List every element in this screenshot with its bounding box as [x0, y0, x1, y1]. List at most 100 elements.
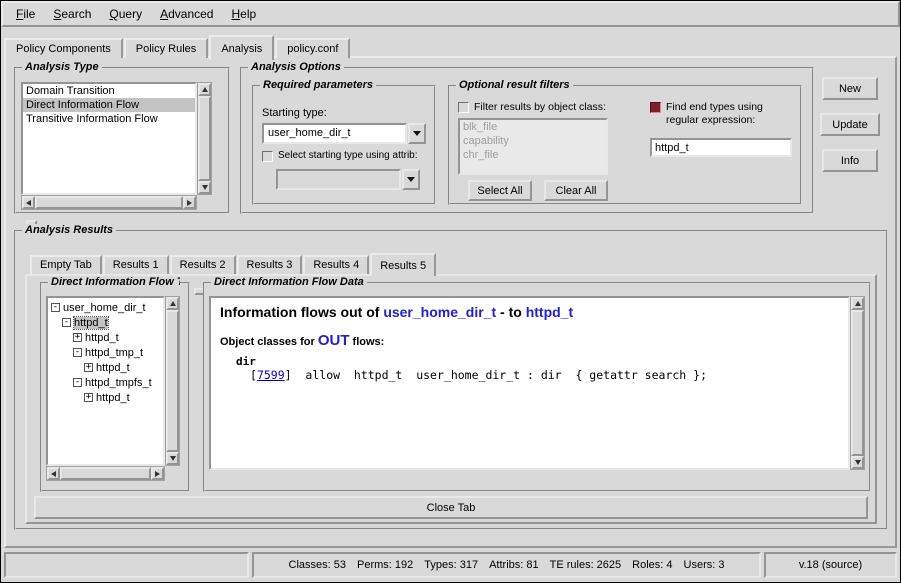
flow-heading-middle: - to: [496, 304, 526, 320]
app-window: File Search Query Advanced Help Policy C…: [0, 0, 901, 583]
list-item-selected[interactable]: Direct Information Flow: [23, 98, 195, 112]
flow-data-vscrollbar[interactable]: [850, 296, 865, 470]
expand-icon[interactable]: [84, 363, 93, 372]
analysis-results-frame: Analysis Results Empty Tab Results 1 Res…: [14, 230, 888, 530]
results-tab-5[interactable]: Results 5: [370, 253, 436, 276]
scroll-down-button[interactable]: [166, 452, 179, 465]
required-parameters-title: Required parameters: [260, 79, 376, 91]
tree-node[interactable]: httpd_tmp_t: [48, 345, 163, 360]
results-tab-3[interactable]: Results 3: [237, 255, 303, 274]
results-tab-empty[interactable]: Empty Tab: [30, 255, 102, 274]
status-classes: Classes: 53: [289, 559, 346, 571]
list-item[interactable]: Transitive Information Flow: [23, 112, 195, 126]
tab-analysis[interactable]: Analysis: [209, 35, 274, 60]
optional-filters-frame: Optional result filters Filter results b…: [448, 85, 802, 205]
flow-tree-frame: Direct Information Flow T user_home_dir_…: [40, 282, 190, 492]
attrib-checkbox[interactable]: [262, 151, 273, 162]
class-filter-checkbox-label: Filter results by object class:: [474, 101, 606, 114]
regex-checkbox-row[interactable]: Find end types using regular expression:: [650, 101, 798, 126]
menu-advanced[interactable]: Advanced: [151, 4, 222, 24]
tree-node[interactable]: httpd_t: [48, 315, 163, 330]
analysis-page: Analysis Type Domain Transition Direct I…: [4, 56, 897, 548]
scrollbar-thumb[interactable]: [198, 96, 211, 181]
collapse-icon[interactable]: [51, 303, 60, 312]
arrow-right-icon: [187, 200, 192, 206]
collapse-icon[interactable]: [73, 378, 82, 387]
menu-help[interactable]: Help: [222, 4, 265, 24]
collapse-icon[interactable]: [62, 318, 71, 327]
select-all-button[interactable]: Select All: [468, 180, 532, 201]
flow-data-textarea[interactable]: Information flows out of user_home_dir_t…: [209, 296, 850, 470]
menu-query[interactable]: Query: [100, 4, 151, 24]
flow-tree-hscrollbar[interactable]: [46, 466, 165, 481]
scroll-up-button[interactable]: [166, 297, 179, 310]
close-tab-button[interactable]: Close Tab: [34, 496, 868, 519]
scroll-down-button[interactable]: [198, 181, 211, 194]
info-button[interactable]: Info: [822, 149, 878, 172]
arrow-left-icon: [26, 200, 31, 206]
tree-node[interactable]: httpd_tmpfs_t: [48, 375, 163, 390]
scroll-right-button[interactable]: [151, 467, 164, 480]
attrib-combobox: [276, 169, 420, 190]
menu-bar: File Search Query Advanced Help: [1, 1, 900, 27]
regex-input[interactable]: [650, 138, 792, 157]
list-item[interactable]: Domain Transition: [23, 84, 195, 98]
object-class-listbox: blk_file capability chr_file: [458, 118, 608, 175]
menu-search[interactable]: Search: [44, 4, 100, 24]
scroll-down-button[interactable]: [851, 456, 864, 469]
rule-id-link[interactable]: 7599: [257, 368, 285, 382]
analysis-options-title: Analysis Options: [248, 61, 344, 73]
update-button[interactable]: Update: [820, 113, 880, 136]
results-tab-1[interactable]: Results 1: [103, 255, 169, 274]
flow-source-type: user_home_dir_t: [383, 304, 496, 320]
starting-type-combobox[interactable]: user_home_dir_t: [262, 123, 426, 144]
scroll-up-button[interactable]: [198, 83, 211, 96]
object-classes-line: Object classes for OUT flows:: [220, 332, 839, 349]
arrow-down-icon: [202, 185, 208, 190]
scrollbar-thumb[interactable]: [60, 467, 151, 480]
arrow-right-icon: [155, 471, 160, 477]
flow-data-frame: Direct Information Flow Data Information…: [203, 282, 871, 492]
scrollbar-thumb[interactable]: [851, 310, 864, 456]
collapse-icon[interactable]: [73, 348, 82, 357]
tree-node[interactable]: user_home_dir_t: [48, 300, 163, 315]
flow-tree-vscrollbar[interactable]: [165, 296, 180, 466]
starting-type-value[interactable]: user_home_dir_t: [262, 123, 407, 144]
expand-icon[interactable]: [73, 333, 82, 342]
scroll-left-button[interactable]: [47, 467, 60, 480]
analysis-options-frame: Analysis Options Required parameters Sta…: [240, 67, 814, 214]
tree-node[interactable]: httpd_t: [48, 330, 163, 345]
scrollbar-thumb[interactable]: [166, 310, 179, 452]
tree-node[interactable]: httpd_t: [48, 390, 163, 405]
results-tab-4[interactable]: Results 4: [303, 255, 369, 274]
dropdown-button[interactable]: [408, 123, 426, 144]
scrollbar-thumb[interactable]: [35, 196, 183, 209]
flow-data-title: Direct Information Flow Data: [211, 276, 367, 288]
tab-policy-conf[interactable]: policy.conf: [275, 38, 350, 58]
class-filter-checkbox-row[interactable]: Filter results by object class:: [458, 101, 606, 114]
rule-line: [7599] allow httpd_t user_home_dir_t : d…: [250, 368, 839, 382]
attrib-checkbox-row[interactable]: Select starting type using attrib:: [262, 150, 430, 162]
class-filter-checkbox[interactable]: [458, 102, 469, 113]
status-roles: Roles: 4: [632, 559, 672, 571]
flow-tree[interactable]: user_home_dir_t httpd_t httpd_t httpd_tm…: [46, 296, 165, 466]
flow-heading-prefix: Information flows out of: [220, 304, 383, 320]
object-class-name: dir: [236, 355, 839, 368]
scroll-right-button[interactable]: [183, 196, 196, 209]
analysis-type-hscrollbar[interactable]: [21, 195, 197, 210]
tab-policy-rules[interactable]: Policy Rules: [124, 38, 209, 58]
regex-checkbox[interactable]: [650, 102, 661, 113]
scroll-left-button[interactable]: [22, 196, 35, 209]
results-tab-2[interactable]: Results 2: [170, 255, 236, 274]
menu-file[interactable]: File: [7, 4, 44, 24]
results-tab-bar: Empty Tab Results 1 Results 2 Results 3 …: [30, 250, 437, 274]
clear-all-button[interactable]: Clear All: [544, 180, 608, 201]
analysis-type-vscrollbar[interactable]: [197, 82, 212, 195]
expand-icon[interactable]: [84, 393, 93, 402]
tree-node[interactable]: httpd_t: [48, 360, 163, 375]
status-attribs: Attribs: 81: [489, 559, 539, 571]
tab-policy-components[interactable]: Policy Components: [4, 38, 123, 58]
arrow-up-icon: [202, 87, 208, 92]
scroll-up-button[interactable]: [851, 297, 864, 310]
new-button[interactable]: New: [822, 77, 878, 100]
